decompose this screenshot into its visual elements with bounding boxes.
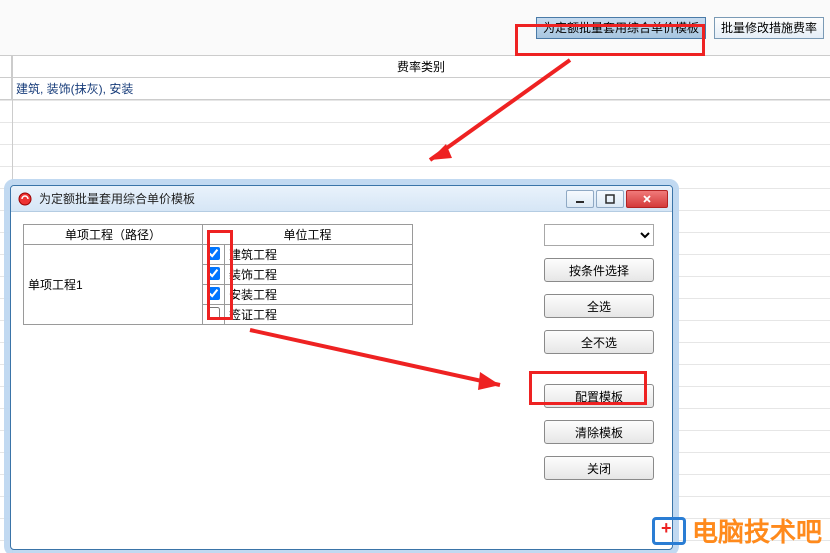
unit-checkbox-3[interactable] [207, 307, 220, 320]
select-by-condition-button[interactable]: 按条件选择 [544, 258, 654, 282]
background-toolbar: 为定额批量套用综合单价模板 批量修改措施费率 [0, 0, 830, 56]
app-icon [17, 191, 33, 207]
close-dialog-button[interactable]: 关闭 [544, 456, 654, 480]
minimize-button[interactable] [566, 190, 594, 208]
unit-label-0[interactable]: 建筑工程 [224, 245, 412, 265]
clear-template-button[interactable]: 清除模板 [544, 420, 654, 444]
unit-label-1[interactable]: 装饰工程 [224, 265, 412, 285]
unit-checkbox-2[interactable] [207, 287, 220, 300]
grid-header-row: 费率类别 [0, 56, 830, 78]
project-path-cell[interactable]: 单项工程1 [24, 245, 203, 325]
dialog-button-column: 按条件选择 全选 全不选 配置模板 清除模板 关闭 [544, 224, 654, 480]
select-none-button[interactable]: 全不选 [544, 330, 654, 354]
config-template-button[interactable]: 配置模板 [544, 384, 654, 408]
dialog-title: 为定额批量套用综合单价模板 [39, 190, 560, 207]
maximize-button[interactable] [596, 190, 624, 208]
unit-label-3[interactable]: 签证工程 [224, 305, 412, 325]
unit-checkbox-0[interactable] [207, 247, 220, 260]
grid-data-row[interactable]: 建筑, 装饰(抹灰), 安装 [0, 78, 830, 100]
modify-rate-button[interactable]: 批量修改措施费率 [714, 17, 824, 39]
watermark-text: 电脑技术吧 [692, 512, 822, 549]
apply-template-button[interactable]: 为定额批量套用综合单价模板 [536, 17, 706, 39]
project-table: 单项工程（路径） 单位工程 单项工程1 建筑工程 装饰工程 安装工程 [23, 224, 413, 325]
watermark-logo-icon [652, 517, 686, 545]
select-all-button[interactable]: 全选 [544, 294, 654, 318]
col-header-project-path: 单项工程（路径） [24, 225, 203, 245]
close-window-button[interactable] [626, 190, 668, 208]
unit-checkbox-1[interactable] [207, 267, 220, 280]
col-header-rate-type: 费率类别 [12, 56, 830, 77]
filter-select[interactable] [544, 224, 654, 246]
apply-template-dialog: 为定额批量套用综合单价模板 单项工程（路径） 单位工程 单项工程1 [10, 185, 673, 550]
col-header-unit-project: 单位工程 [202, 225, 412, 245]
unit-label-2[interactable]: 安装工程 [224, 285, 412, 305]
grid-cell-value: 建筑, 装饰(抹灰), 安装 [12, 78, 830, 99]
dialog-titlebar[interactable]: 为定额批量套用综合单价模板 [11, 186, 672, 212]
watermark: 电脑技术吧 [652, 512, 822, 549]
